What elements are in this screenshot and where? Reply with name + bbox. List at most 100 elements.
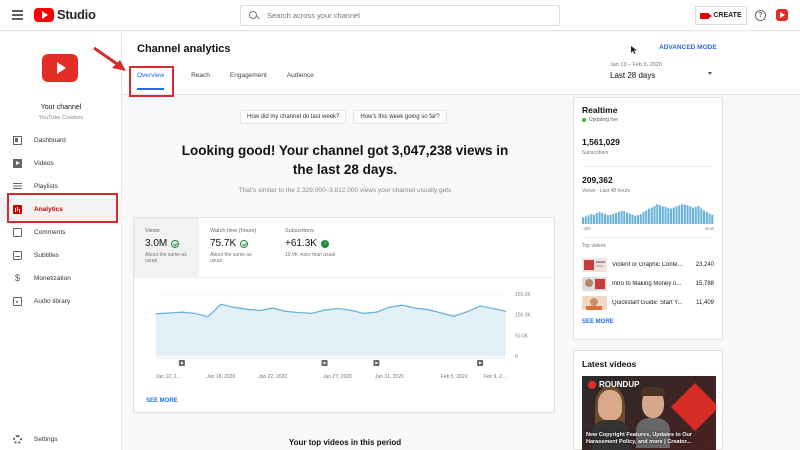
- realtime-bar: [708, 213, 711, 224]
- divider: [582, 237, 714, 238]
- roundup-badge: ROUNDUP: [588, 380, 639, 389]
- videos-icon: [13, 159, 22, 168]
- metric-label: Watch time (hours): [210, 228, 257, 234]
- data-point: [505, 310, 507, 312]
- overview-see-more-link[interactable]: SEE MORE: [146, 398, 178, 404]
- realtime-bar: [582, 217, 585, 224]
- sidebar-item-label: Playlists: [34, 183, 58, 190]
- sidebar-item-label: Audio library: [34, 298, 71, 305]
- data-point: [207, 316, 209, 318]
- chip-this-week[interactable]: How's this week going so far?: [353, 110, 447, 124]
- playlists-icon: [13, 182, 22, 191]
- realtime-bar: [639, 214, 642, 224]
- metric-note: About the same as usual: [145, 252, 187, 264]
- data-point: [285, 310, 287, 312]
- realtime-bar: [615, 213, 618, 224]
- settings-label: Settings: [34, 435, 58, 443]
- metric-value-text: +61.3K: [285, 238, 317, 249]
- metric-value-text: 75.7K: [210, 238, 237, 249]
- sidebar-item-monetization[interactable]: $ Monetization: [0, 267, 122, 290]
- data-point: [466, 311, 468, 313]
- realtime-bar: [604, 214, 607, 224]
- realtime-bar: [598, 211, 601, 224]
- y-tick-label: 150.0K: [515, 292, 532, 298]
- x-tick-label: Jan 22, 2020: [258, 374, 287, 380]
- x-tick-label: Jan 18, 2020: [206, 374, 235, 380]
- video-camera-icon: [700, 12, 713, 19]
- studio-logo[interactable]: Studio: [34, 7, 96, 22]
- realtime-bar: [656, 204, 659, 224]
- metric-value-text: 3.0M: [145, 238, 168, 249]
- top-video-row[interactable]: Quickstart Guide: Start Y... 11,409: [582, 294, 714, 311]
- annotation-arrow-icon: [93, 46, 126, 71]
- realtime-card: Realtime Updating live 1,561,029 Subscri…: [573, 97, 723, 340]
- realtime-bar: [606, 215, 609, 224]
- latest-video-thumbnail[interactable]: ROUNDUP New Copyright Features, Updates …: [582, 376, 716, 450]
- chevron-down-icon[interactable]: [708, 72, 712, 75]
- metric-views[interactable]: Views 3.0M About the same as usual: [134, 218, 199, 277]
- realtime-bar: [623, 211, 626, 224]
- sidebar-item-videos[interactable]: Videos: [0, 152, 122, 175]
- sidebar-item-dashboard[interactable]: Dashboard: [0, 129, 122, 152]
- check-icon: [240, 239, 249, 248]
- y-tick-label: 0: [515, 354, 518, 360]
- metric-watch-time[interactable]: Watch time (hours) 75.7K About the same …: [199, 218, 274, 277]
- x-tick-label: Feb 5, 2020: [441, 374, 468, 380]
- realtime-bar: [659, 205, 662, 224]
- realtime-bar: [670, 208, 673, 224]
- sidebar-item-comments[interactable]: Comments: [0, 221, 122, 244]
- realtime-bar: [617, 211, 620, 224]
- video-thumbnail: [582, 295, 607, 310]
- realtime-bar: [686, 205, 689, 224]
- sidebar-item-audio-library[interactable]: Audio library: [0, 290, 122, 313]
- chip-last-week[interactable]: How did my channel do last week?: [240, 110, 347, 124]
- y-tick-label: 50.0K: [515, 333, 529, 339]
- realtime-views: 209,362: [582, 175, 613, 185]
- person-face: [598, 390, 622, 420]
- axis-start: -48h: [582, 226, 592, 231]
- mouse-cursor-icon: [631, 41, 637, 54]
- video-views: 15,788: [695, 280, 714, 287]
- data-point: [310, 312, 313, 315]
- data-point: [297, 312, 300, 314]
- top-video-row[interactable]: Intro to Making Money o... 15,788: [582, 275, 714, 292]
- top-video-row[interactable]: Violent or Graphic Conte... 23,240: [582, 256, 714, 273]
- chart-area: [156, 304, 506, 356]
- advanced-mode-link[interactable]: ADVANCED MODE: [659, 44, 717, 51]
- data-point: [272, 307, 274, 309]
- sidebar-item-label: Videos: [34, 160, 54, 167]
- account-avatar[interactable]: [776, 9, 788, 21]
- data-point: [155, 313, 157, 315]
- channel-avatar[interactable]: [42, 54, 78, 82]
- tab-audience[interactable]: Audience: [287, 70, 314, 90]
- search-input[interactable]: [267, 11, 537, 20]
- menu-icon[interactable]: [12, 10, 23, 20]
- search-box[interactable]: [240, 5, 560, 26]
- data-point: [375, 311, 377, 313]
- help-icon[interactable]: ?: [755, 10, 766, 21]
- tab-reach[interactable]: Reach: [191, 70, 210, 90]
- tab-engagement[interactable]: Engagement: [230, 70, 267, 90]
- realtime-status-text: Updating live: [589, 117, 618, 123]
- data-point: [453, 315, 455, 317]
- latest-videos-card: Latest videos ROUNDUP New Copyright Feat…: [573, 350, 723, 450]
- realtime-see-more-link[interactable]: SEE MORE: [582, 319, 714, 325]
- date-range-dates: Jan 13 – Feb 9, 2020: [610, 62, 662, 68]
- realtime-bar: [645, 210, 648, 224]
- date-range-picker[interactable]: Jan 13 – Feb 9, 2020 Last 28 days: [610, 62, 662, 80]
- realtime-bar: [692, 207, 695, 224]
- x-tick-label: Feb 9, 2...: [483, 374, 506, 380]
- realtime-bar: [689, 206, 692, 224]
- person-hair: [641, 387, 665, 396]
- realtime-bar: [700, 208, 703, 224]
- realtime-bar: [683, 204, 686, 224]
- sidebar-item-subtitles[interactable]: Subtitles: [0, 244, 122, 267]
- metric-subscribers[interactable]: Subscribers +61.3K ↑ 10.9K more than usua…: [274, 218, 346, 277]
- page-title: Channel analytics: [137, 43, 231, 55]
- x-tick-label: Jan 12, 2...: [156, 374, 181, 380]
- create-button[interactable]: CREATE: [695, 6, 747, 25]
- sidebar-item-label: Monetization: [34, 275, 71, 282]
- video-views: 23,240: [695, 261, 714, 268]
- data-point: [440, 312, 442, 314]
- sidebar-item-settings[interactable]: Settings: [0, 430, 122, 448]
